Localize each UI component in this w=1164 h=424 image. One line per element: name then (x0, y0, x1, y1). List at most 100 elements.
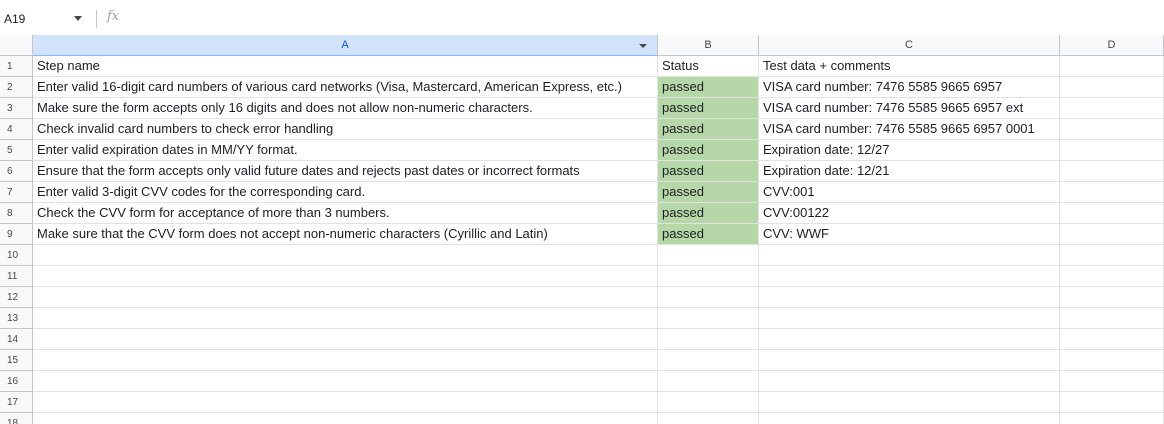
cell-d18[interactable] (1060, 413, 1164, 424)
cell-c14[interactable] (759, 329, 1060, 350)
cell-c17[interactable] (759, 392, 1060, 413)
cell-d6[interactable] (1060, 161, 1164, 182)
cell-c16[interactable] (759, 371, 1060, 392)
cell-b5[interactable]: passed (658, 140, 759, 161)
cell-b15[interactable] (658, 350, 759, 371)
cell-d2[interactable] (1060, 77, 1164, 98)
cell-b9[interactable]: passed (658, 224, 759, 245)
row-header-16[interactable]: 16 (0, 371, 33, 392)
cell-a17[interactable] (33, 392, 658, 413)
cell-a3[interactable]: Make sure the form accepts only 16 digit… (33, 98, 658, 119)
cell-c11[interactable] (759, 266, 1060, 287)
cell-b7[interactable]: passed (658, 182, 759, 203)
cell-a10[interactable] (33, 245, 658, 266)
cell-b1[interactable]: Status (658, 56, 759, 77)
cell-d13[interactable] (1060, 308, 1164, 329)
cell-c10[interactable] (759, 245, 1060, 266)
cell-a7[interactable]: Enter valid 3-digit CVV codes for the co… (33, 182, 658, 203)
row-header-13[interactable]: 13 (0, 308, 33, 329)
column-header-a[interactable]: A (33, 35, 658, 56)
cell-b17[interactable] (658, 392, 759, 413)
spreadsheet-grid[interactable]: A B C D 1 Step name Status Test data + comments… (0, 35, 1164, 424)
cell-c7[interactable]: CVV:001 (759, 182, 1060, 203)
cell-d4[interactable] (1060, 119, 1164, 140)
cell-b2[interactable]: passed (658, 77, 759, 98)
cell-a1[interactable]: Step name (33, 56, 658, 77)
cell-a11[interactable] (33, 266, 658, 287)
row-header-2[interactable]: 2 (0, 77, 33, 98)
row-header-8[interactable]: 8 (0, 203, 33, 224)
row-header-7[interactable]: 7 (0, 182, 33, 203)
cell-c9[interactable]: CVV: WWF (759, 224, 1060, 245)
cell-a12[interactable] (33, 287, 658, 308)
cell-d7[interactable] (1060, 182, 1164, 203)
name-box-dropdown-icon[interactable] (74, 16, 82, 21)
row-header-10[interactable]: 10 (0, 245, 33, 266)
cell-d12[interactable] (1060, 287, 1164, 308)
cell-a8[interactable]: Check the CVV form for acceptance of mor… (33, 203, 658, 224)
cell-reference[interactable]: A19 (4, 10, 25, 28)
cell-c13[interactable] (759, 308, 1060, 329)
cell-b14[interactable] (658, 329, 759, 350)
cell-a16[interactable] (33, 371, 658, 392)
cell-d14[interactable] (1060, 329, 1164, 350)
cell-b4[interactable]: passed (658, 119, 759, 140)
cell-d1[interactable] (1060, 56, 1164, 77)
cell-b12[interactable] (658, 287, 759, 308)
row-header-6[interactable]: 6 (0, 161, 33, 182)
column-header-c[interactable]: C (759, 35, 1060, 56)
cell-b11[interactable] (658, 266, 759, 287)
cell-a2[interactable]: Enter valid 16-digit card numbers of var… (33, 77, 658, 98)
cell-b16[interactable] (658, 371, 759, 392)
cell-a14[interactable] (33, 329, 658, 350)
cell-a13[interactable] (33, 308, 658, 329)
cell-a18[interactable] (33, 413, 658, 424)
row-header-11[interactable]: 11 (0, 266, 33, 287)
row-header-18[interactable]: 18 (0, 413, 33, 424)
cell-b3[interactable]: passed (658, 98, 759, 119)
cell-b13[interactable] (658, 308, 759, 329)
row-header-17[interactable]: 17 (0, 392, 33, 413)
cell-d16[interactable] (1060, 371, 1164, 392)
name-box[interactable]: A19 (4, 10, 84, 28)
cell-b6[interactable]: passed (658, 161, 759, 182)
cell-c2[interactable]: VISA card number: 7476 5585 9665 6957 (759, 77, 1060, 98)
cell-a6[interactable]: Ensure that the form accepts only valid … (33, 161, 658, 182)
cell-a15[interactable] (33, 350, 658, 371)
row-header-4[interactable]: 4 (0, 119, 33, 140)
column-menu-dropdown-icon[interactable] (639, 44, 647, 48)
row-header-1[interactable]: 1 (0, 56, 33, 77)
row-header-5[interactable]: 5 (0, 140, 33, 161)
cell-d10[interactable] (1060, 245, 1164, 266)
cell-a5[interactable]: Enter valid expiration dates in MM/YY fo… (33, 140, 658, 161)
row-header-12[interactable]: 12 (0, 287, 33, 308)
cell-c5[interactable]: Expiration date: 12/27 (759, 140, 1060, 161)
cell-d5[interactable] (1060, 140, 1164, 161)
row-header-14[interactable]: 14 (0, 329, 33, 350)
cell-d17[interactable] (1060, 392, 1164, 413)
cell-b10[interactable] (658, 245, 759, 266)
cell-c1[interactable]: Test data + comments (759, 56, 1060, 77)
cell-c12[interactable] (759, 287, 1060, 308)
cell-c18[interactable] (759, 413, 1060, 424)
cell-d11[interactable] (1060, 266, 1164, 287)
row-header-9[interactable]: 9 (0, 224, 33, 245)
cell-a4[interactable]: Check invalid card numbers to check erro… (33, 119, 658, 140)
cell-d3[interactable] (1060, 98, 1164, 119)
column-header-d[interactable]: D (1060, 35, 1164, 56)
cell-c3[interactable]: VISA card number: 7476 5585 9665 6957 ex… (759, 98, 1060, 119)
cell-d9[interactable] (1060, 224, 1164, 245)
cell-c6[interactable]: Expiration date: 12/21 (759, 161, 1060, 182)
select-all-corner[interactable] (0, 35, 33, 56)
cell-d15[interactable] (1060, 350, 1164, 371)
cell-c15[interactable] (759, 350, 1060, 371)
cell-b8[interactable]: passed (658, 203, 759, 224)
row-header-15[interactable]: 15 (0, 350, 33, 371)
cell-a9[interactable]: Make sure that the CVV form does not acc… (33, 224, 658, 245)
cell-c4[interactable]: VISA card number: 7476 5585 9665 6957 00… (759, 119, 1060, 140)
row-header-3[interactable]: 3 (0, 98, 33, 119)
cell-c8[interactable]: CVV:00122 (759, 203, 1060, 224)
column-header-b[interactable]: B (658, 35, 759, 56)
cell-b18[interactable] (658, 413, 759, 424)
cell-d8[interactable] (1060, 203, 1164, 224)
